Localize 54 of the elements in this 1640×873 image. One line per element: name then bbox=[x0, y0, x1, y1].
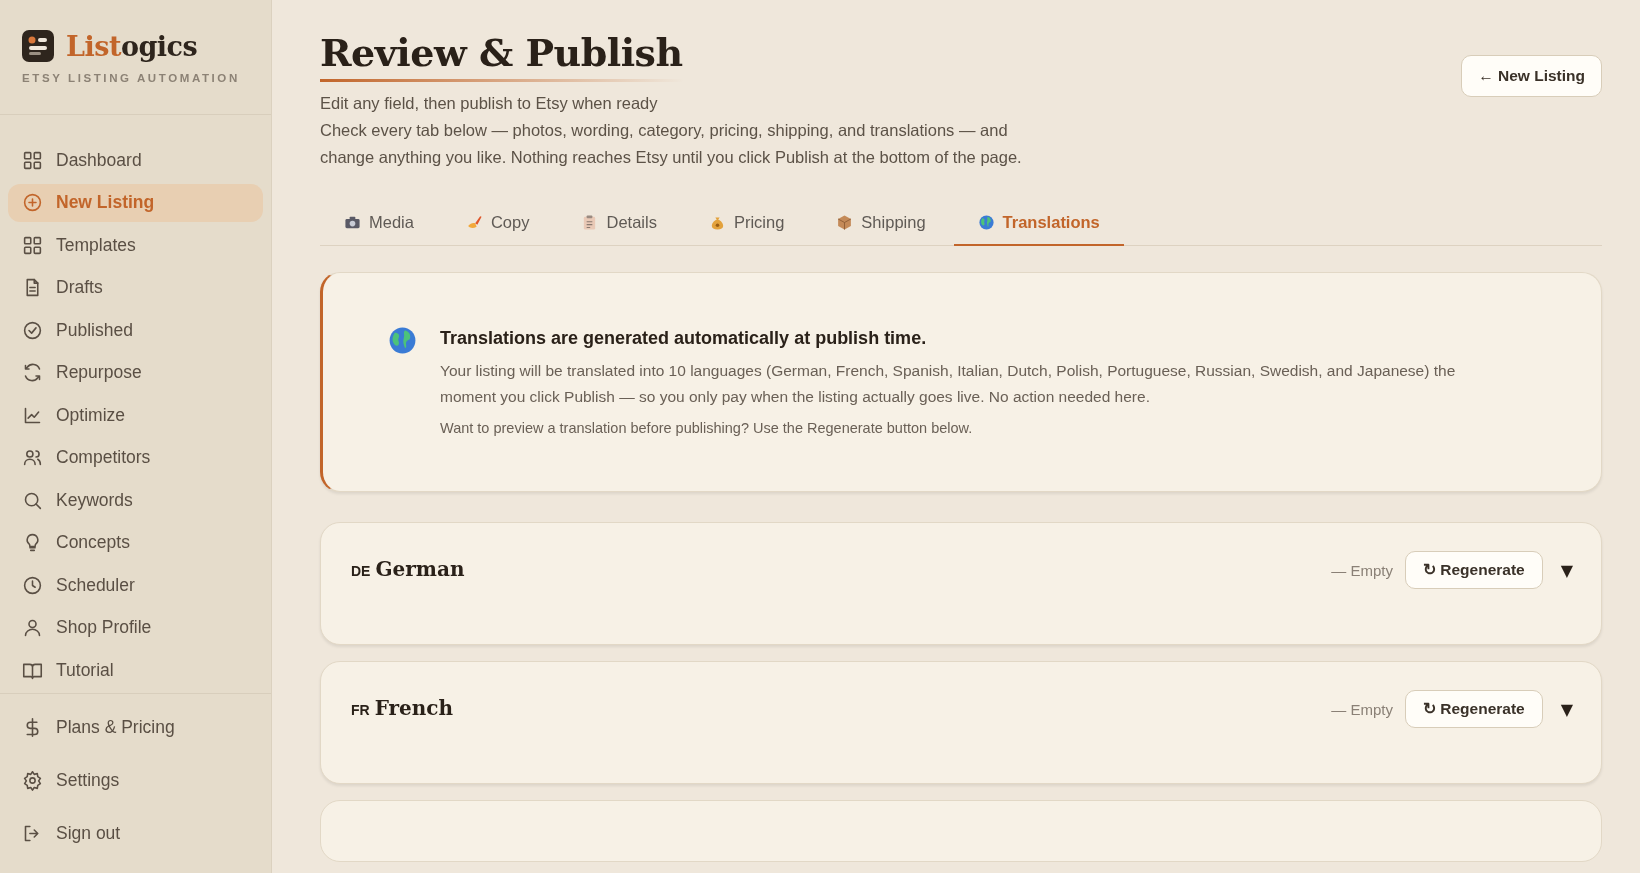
tab[interactable]: Details bbox=[557, 207, 681, 246]
grid-icon bbox=[22, 149, 43, 171]
user-icon bbox=[22, 617, 43, 638]
sidebar-item[interactable]: Plans & Pricing bbox=[8, 708, 263, 746]
language-code: FR bbox=[351, 702, 370, 718]
sidebar-item[interactable]: Keywords bbox=[8, 481, 263, 519]
sidebar-item[interactable]: Published bbox=[8, 311, 263, 349]
language-name: French bbox=[374, 696, 454, 720]
sidebar-item[interactable]: Repurpose bbox=[8, 353, 263, 392]
tab[interactable]: Pricing bbox=[684, 207, 809, 246]
plus-circle-icon bbox=[22, 192, 43, 213]
expand-toggle[interactable]: ▼ bbox=[1554, 560, 1573, 580]
back-button[interactable]: ← New Listing bbox=[1461, 55, 1602, 97]
tab[interactable]: Translations bbox=[953, 207, 1124, 246]
page-subtitle: Edit any field, then publish to Etsy when ready bbox=[320, 93, 659, 114]
expand-toggle[interactable]: ▼ bbox=[1554, 699, 1573, 719]
sidebar-item[interactable]: Sign out bbox=[8, 814, 263, 852]
sidebar-item[interactable]: Templates bbox=[8, 226, 263, 264]
sidebar-item[interactable]: Concepts bbox=[8, 523, 263, 562]
sidebar-item[interactable]: Dashboard bbox=[8, 141, 263, 179]
settings-icon bbox=[22, 769, 43, 791]
notice-hint: Want to preview a translation before publishing? Use the Regenerate button below. bbox=[440, 420, 974, 436]
sidebar-item[interactable]: Competitors bbox=[8, 438, 263, 477]
sidebar-item[interactable]: Shop Profile bbox=[8, 608, 263, 647]
language-code: DE bbox=[351, 563, 371, 579]
sidebar-item[interactable]: Settings bbox=[8, 761, 263, 799]
tab[interactable]: Shipping bbox=[812, 207, 950, 246]
tab[interactable]: Media bbox=[320, 207, 438, 246]
regenerate-button[interactable]: ↻ Regenerate bbox=[1404, 690, 1543, 728]
notice-text: Your listing will be translated into 10 languages (German, French, Spanish, Italian, Dutch, Polish, Portuguese, Russian, Swedish, and Japanese) the moment you click Publish — so you only pay when the listing actually goes live. No action needed here. bbox=[440, 361, 1457, 407]
sidebar-item[interactable]: Drafts bbox=[8, 268, 263, 307]
sidebar-item[interactable]: Optimize bbox=[8, 396, 263, 434]
grid-icon bbox=[22, 234, 43, 256]
globe-icon bbox=[977, 214, 995, 231]
users-icon bbox=[22, 447, 43, 468]
regenerate-button[interactable]: ↻ Regenerate bbox=[1404, 551, 1543, 589]
sidebar-item[interactable]: Tutorial bbox=[8, 651, 263, 689]
language-name: German bbox=[375, 557, 465, 581]
check-circle-icon bbox=[22, 319, 43, 341]
sidebar-item[interactable]: Scheduler bbox=[8, 566, 263, 604]
box-icon bbox=[836, 214, 854, 231]
tab[interactable]: Copy bbox=[441, 207, 554, 246]
brand-name: Listogics bbox=[66, 30, 198, 62]
page-description: Check every tab below — photos, wording, category, pricing, shipping, and translations — and change anything you like. Nothing reaches Etsy until you click Publish at the bottom of the page. bbox=[320, 120, 1023, 168]
status-text: — Empty bbox=[1331, 561, 1393, 579]
globe-icon bbox=[387, 325, 418, 356]
page-title: Review & Publish bbox=[320, 30, 683, 82]
logo-icon bbox=[22, 30, 54, 62]
clock-icon bbox=[22, 574, 43, 596]
brand-tagline: ETSY LISTING AUTOMATION bbox=[22, 72, 241, 84]
camera-icon bbox=[344, 214, 361, 231]
notice-title: Translations are generated automatically at publish time. bbox=[440, 328, 928, 349]
refresh-icon bbox=[22, 362, 43, 383]
status-text: — Empty bbox=[1331, 700, 1393, 718]
